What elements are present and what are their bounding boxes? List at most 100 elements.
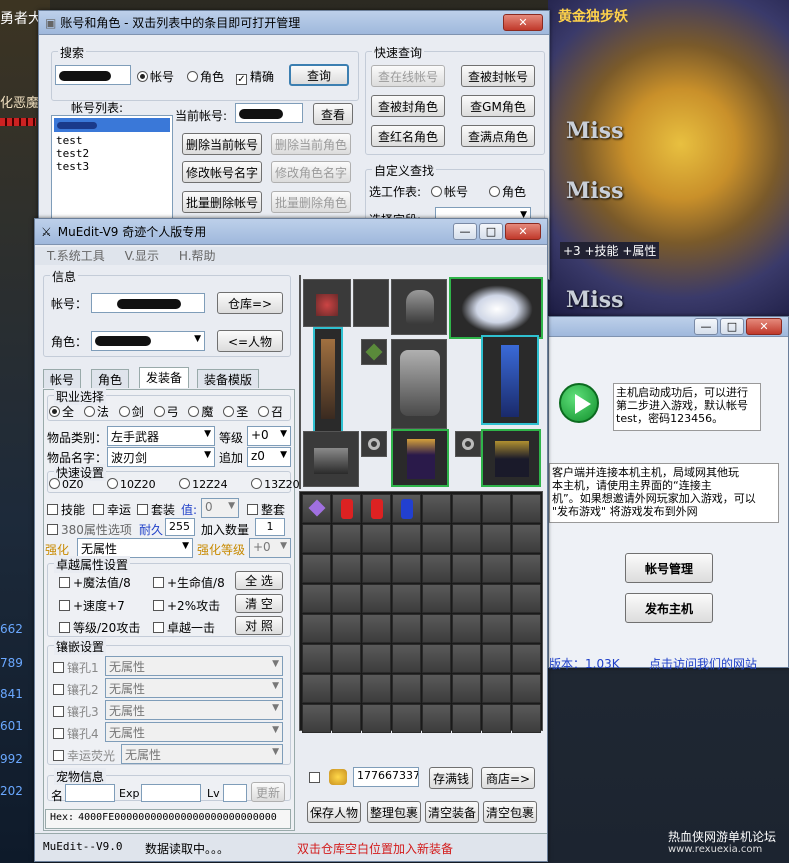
- inventory-cell[interactable]: [332, 704, 361, 733]
- class-radio[interactable]: 剑: [118, 405, 144, 419]
- radio-role[interactable]: 角色: [187, 68, 224, 85]
- role-select[interactable]: ▼: [91, 331, 205, 351]
- full-point-roles-button[interactable]: 查满点角色: [461, 125, 535, 147]
- inventory-cell[interactable]: [362, 584, 391, 613]
- item-name-select[interactable]: 波刃剑 ▼: [107, 447, 215, 467]
- inventory-cell[interactable]: [302, 554, 331, 583]
- maximize-icon[interactable]: □: [720, 318, 744, 335]
- inventory-cell[interactable]: [482, 524, 511, 553]
- inventory-cell[interactable]: [392, 524, 421, 553]
- class-radio[interactable]: 弓: [153, 405, 179, 419]
- inventory-cell[interactable]: [452, 554, 481, 583]
- menu-tools[interactable]: T.系统工具: [47, 249, 105, 263]
- inventory-cell[interactable]: [422, 524, 451, 553]
- socket-check[interactable]: 镶孔3: [53, 703, 99, 720]
- check-luck[interactable]: 幸运: [93, 501, 131, 518]
- sort-pack-button[interactable]: 整理包裹: [367, 801, 421, 823]
- inventory-cell[interactable]: [302, 614, 331, 643]
- minimize-icon[interactable]: —: [453, 223, 477, 240]
- search-input[interactable]: [55, 65, 131, 85]
- inventory-cell[interactable]: [422, 704, 451, 733]
- account-manage-button[interactable]: 帐号管理: [625, 553, 713, 583]
- class-radio[interactable]: 圣: [223, 405, 248, 419]
- compare-button[interactable]: 对 照: [235, 616, 283, 635]
- inventory-cell[interactable]: [392, 494, 421, 523]
- inventory-cell[interactable]: [422, 644, 451, 673]
- inventory-cell[interactable]: [362, 554, 391, 583]
- inventory-cell[interactable]: [422, 584, 451, 613]
- check-set[interactable]: 套装: [137, 501, 175, 518]
- exc-check[interactable]: +魔法值/8: [59, 574, 131, 591]
- exc-check[interactable]: +生命值/8: [153, 574, 225, 591]
- delete-role-button[interactable]: 删除当前角色: [271, 133, 351, 155]
- custom-radio-account[interactable]: 帐号: [431, 183, 468, 200]
- exc-check[interactable]: 卓越一击: [153, 619, 215, 636]
- menu-help[interactable]: H.帮助: [179, 249, 216, 263]
- inventory-cell[interactable]: [512, 524, 541, 553]
- equip-slot[interactable]: [353, 279, 389, 327]
- equip-slot-ring[interactable]: [361, 431, 387, 457]
- banned-roles-button[interactable]: 查被封角色: [371, 95, 445, 117]
- inventory-cell[interactable]: [512, 674, 541, 703]
- quick-radio[interactable]: 12Z24: [179, 478, 228, 491]
- socket-check[interactable]: 镶孔1: [53, 659, 99, 676]
- red-name-roles-button[interactable]: 查红名角色: [371, 125, 445, 147]
- inventory-cell[interactable]: [512, 704, 541, 733]
- inventory-cell[interactable]: [392, 584, 421, 613]
- inventory-cell[interactable]: [302, 674, 331, 703]
- batch-delete-account-button[interactable]: 批量删除帐号: [182, 191, 262, 213]
- close-icon[interactable]: ✕: [505, 223, 541, 240]
- inventory-cell[interactable]: [422, 494, 451, 523]
- class-radio[interactable]: 召: [258, 405, 283, 419]
- check-380[interactable]: 380属性选项: [47, 521, 132, 538]
- level-select[interactable]: +0 ▼: [247, 426, 291, 446]
- online-accounts-button[interactable]: 查在线帐号: [371, 65, 445, 87]
- hex-field[interactable]: Hex: 4000FE000000000000000000000000000: [45, 809, 291, 829]
- class-radio[interactable]: 全: [49, 405, 74, 419]
- equip-slot-boots[interactable]: [481, 429, 541, 487]
- socket-check[interactable]: 镶孔4: [53, 725, 99, 742]
- clear-equip-button[interactable]: 清空装备: [425, 801, 479, 823]
- inventory-cell[interactable]: [452, 614, 481, 643]
- inventory-cell[interactable]: [452, 494, 481, 523]
- class-radio[interactable]: 魔: [188, 405, 213, 419]
- equip-slot-ring[interactable]: [455, 431, 481, 457]
- socket-select[interactable]: 无属性 ▼: [105, 722, 283, 742]
- shop-button[interactable]: 商店=>: [481, 767, 535, 789]
- equip-slot-pendant[interactable]: [361, 339, 387, 365]
- exc-check[interactable]: +2%攻击: [153, 597, 220, 614]
- exc-check[interactable]: +速度+7: [59, 597, 125, 614]
- batch-delete-role-button[interactable]: 批量删除角色: [271, 191, 351, 213]
- pet-name-input[interactable]: [65, 784, 115, 802]
- value-select[interactable]: 0 ▼: [201, 498, 239, 518]
- pet-lv-input[interactable]: [223, 784, 247, 802]
- inventory-cell[interactable]: [332, 494, 361, 523]
- quick-radio[interactable]: 0Z0: [49, 478, 84, 491]
- rename-role-button[interactable]: 修改角色名字: [271, 161, 351, 183]
- equip-slot-gloves[interactable]: [303, 431, 359, 487]
- list-item[interactable]: test: [52, 134, 172, 147]
- inventory-cell[interactable]: [482, 614, 511, 643]
- equip-slot-wings[interactable]: [449, 277, 543, 339]
- luck-glow-check[interactable]: 幸运荧光: [53, 747, 115, 764]
- inventory-cell[interactable]: [392, 614, 421, 643]
- inventory-cell[interactable]: [362, 674, 391, 703]
- inventory-cell[interactable]: [392, 554, 421, 583]
- deposit-button[interactable]: 存满钱: [429, 767, 473, 789]
- inventory-cell[interactable]: [332, 674, 361, 703]
- inventory-cell[interactable]: [362, 644, 391, 673]
- item-type-select[interactable]: 左手武器 ▼: [107, 426, 215, 446]
- inventory-cell[interactable]: [482, 554, 511, 583]
- inventory-cell[interactable]: [482, 704, 511, 733]
- inventory-cell[interactable]: [512, 554, 541, 583]
- gm-roles-button[interactable]: 查GM角色: [461, 95, 535, 117]
- inventory-cell[interactable]: [422, 554, 451, 583]
- account-input[interactable]: [91, 293, 205, 313]
- tab-account[interactable]: 帐号: [43, 369, 82, 388]
- inventory-cell[interactable]: [512, 584, 541, 613]
- view-button[interactable]: 查看: [313, 103, 353, 125]
- list-item[interactable]: test2: [52, 147, 172, 160]
- inventory-cell[interactable]: [392, 644, 421, 673]
- clear-button[interactable]: 清 空: [235, 594, 283, 613]
- list-item-selected[interactable]: [54, 118, 170, 132]
